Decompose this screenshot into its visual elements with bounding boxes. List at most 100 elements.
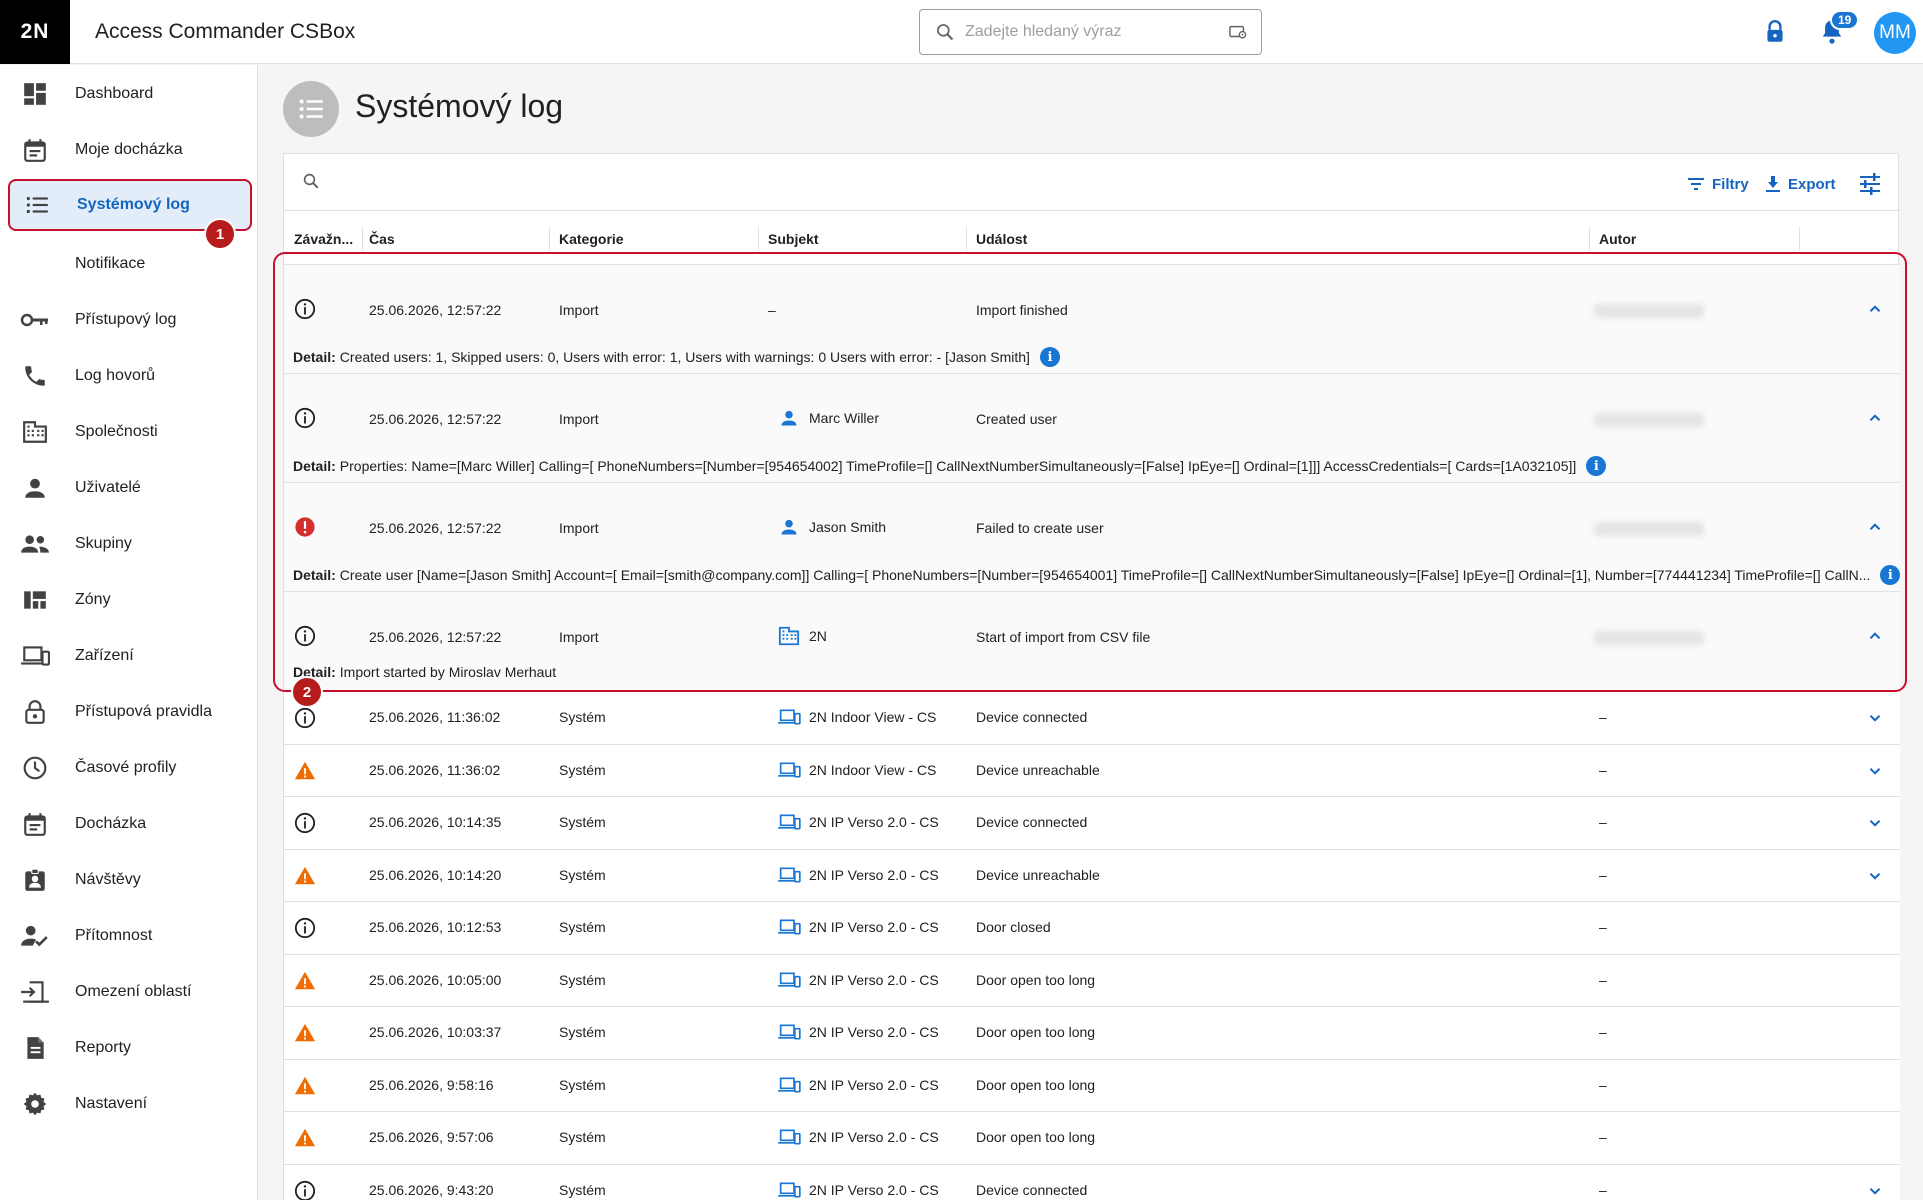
author-blurred bbox=[1594, 413, 1704, 427]
export-button[interactable]: Export bbox=[1766, 172, 1836, 196]
column-divider[interactable] bbox=[1799, 227, 1800, 251]
table-row[interactable]: 25.06.2026, 12:57:22 Import 2N Start of … bbox=[284, 592, 1900, 692]
chevron-down-icon[interactable] bbox=[1866, 814, 1884, 832]
row-category: Systém bbox=[559, 866, 606, 883]
table-row[interactable]: 25.06.2026, 12:57:22 Import – Import fin… bbox=[284, 265, 1900, 374]
filters-button[interactable]: Filtry bbox=[1688, 172, 1749, 196]
sidebar-item-access-log[interactable]: Přístupový log bbox=[0, 297, 258, 343]
lock-icon[interactable] bbox=[1762, 19, 1788, 45]
user-avatar[interactable]: MM bbox=[1874, 12, 1916, 54]
sidebar-item-visits[interactable]: Návštěvy bbox=[0, 857, 258, 903]
chevron-up-icon[interactable] bbox=[1866, 300, 1884, 318]
sidebar-item-users[interactable]: Uživatelé bbox=[0, 465, 258, 511]
global-search-input[interactable] bbox=[965, 20, 1215, 44]
row-author: – bbox=[1599, 761, 1607, 778]
column-divider[interactable] bbox=[362, 227, 363, 251]
column-divider[interactable] bbox=[549, 227, 550, 251]
table-row[interactable]: 25.06.2026, 10:05:00 Systém 2N IP Verso … bbox=[284, 954, 1900, 1007]
row-subject[interactable]: 2N IP Verso 2.0 - CS bbox=[777, 1021, 939, 1043]
row-subject[interactable]: 2N IP Verso 2.0 - CS bbox=[777, 969, 939, 991]
table-row[interactable]: 25.06.2026, 10:14:20 Systém 2N IP Verso … bbox=[284, 849, 1900, 902]
row-subject[interactable]: 2N Indoor View - CS bbox=[777, 759, 936, 781]
column-header-severity[interactable]: Závažn... bbox=[294, 211, 353, 266]
row-subject[interactable]: Jason Smith bbox=[777, 516, 886, 538]
row-author: – bbox=[1599, 919, 1607, 935]
info-icon[interactable]: i bbox=[1586, 456, 1607, 476]
table-row[interactable]: 25.06.2026, 10:03:37 Systém 2N IP Verso … bbox=[284, 1007, 1900, 1060]
row-time: 25.06.2026, 12:57:22 bbox=[369, 302, 502, 318]
row-category: Systém bbox=[559, 971, 606, 988]
chevron-down-icon[interactable] bbox=[1866, 762, 1884, 780]
sidebar-item-presence[interactable]: Přítomnost bbox=[0, 913, 258, 959]
sidebar-item-label: Systémový log bbox=[77, 196, 190, 213]
row-subject[interactable]: 2N IP Verso 2.0 - CS bbox=[777, 1179, 939, 1200]
column-divider[interactable] bbox=[1589, 227, 1590, 251]
sidebar-item-zones[interactable]: Zóny bbox=[0, 577, 258, 623]
calendar-icon bbox=[20, 809, 50, 839]
sidebar-item-attendance[interactable]: Docházka bbox=[0, 801, 258, 847]
table-row[interactable]: 25.06.2026, 9:57:06 Systém 2N IP Verso 2… bbox=[284, 1112, 1900, 1165]
row-subject[interactable]: 2N IP Verso 2.0 - CS bbox=[777, 864, 939, 886]
sidebar-item-call-log[interactable]: Log hovorů bbox=[0, 353, 258, 399]
row-subject[interactable]: Marc Willer bbox=[777, 407, 879, 429]
sidebar-item-reports[interactable]: Reporty bbox=[0, 1025, 258, 1071]
table-search-icon[interactable] bbox=[302, 172, 320, 190]
column-divider[interactable] bbox=[758, 227, 759, 251]
row-time: 25.06.2026, 10:12:53 bbox=[369, 919, 502, 935]
table-row[interactable]: 25.06.2026, 9:43:20 Systém 2N IP Verso 2… bbox=[284, 1164, 1900, 1200]
chevron-up-icon[interactable] bbox=[1866, 518, 1884, 536]
sidebar-item-dashboard[interactable]: Dashboard bbox=[0, 71, 258, 117]
sidebar-item-my-attendance[interactable]: Moje docházka bbox=[0, 127, 258, 173]
card-reader-icon[interactable] bbox=[1229, 24, 1247, 40]
chevron-up-icon[interactable] bbox=[1866, 627, 1884, 645]
table-row[interactable]: 25.06.2026, 12:57:22 Import Jason Smith … bbox=[284, 483, 1901, 592]
chevron-down-icon[interactable] bbox=[1866, 1182, 1884, 1200]
sidebar-item-companies[interactable]: Společnosti bbox=[0, 409, 258, 455]
sidebar-item-groups[interactable]: Skupiny bbox=[0, 521, 258, 567]
table-row[interactable]: 25.06.2026, 11:36:02 Systém 2N Indoor Vi… bbox=[284, 744, 1900, 797]
table-row[interactable]: 25.06.2026, 9:58:16 Systém 2N IP Verso 2… bbox=[284, 1059, 1900, 1112]
page-list-icon bbox=[283, 81, 339, 137]
column-settings-icon[interactable] bbox=[1858, 172, 1882, 196]
sidebar-item-area-limits[interactable]: Omezení oblastí bbox=[0, 969, 258, 1015]
row-subject[interactable]: 2N bbox=[777, 625, 827, 647]
row-time: 25.06.2026, 9:43:20 bbox=[369, 1181, 494, 1198]
row-subject[interactable]: 2N Indoor View - CS bbox=[777, 706, 936, 728]
chevron-down-icon[interactable] bbox=[1866, 709, 1884, 727]
info-icon[interactable]: i bbox=[1039, 347, 1060, 367]
table-row[interactable]: 25.06.2026, 12:57:22 Import Marc Willer … bbox=[284, 374, 1900, 483]
column-header-subject[interactable]: Subjekt bbox=[768, 211, 819, 266]
row-event: Import finished bbox=[976, 302, 1068, 318]
row-subject-name: 2N bbox=[809, 628, 827, 644]
column-header-category[interactable]: Kategorie bbox=[559, 211, 624, 266]
info-icon[interactable]: i bbox=[1880, 565, 1901, 585]
column-header-author[interactable]: Autor bbox=[1599, 211, 1636, 266]
row-category: Systém bbox=[559, 1024, 606, 1040]
row-time: 25.06.2026, 9:57:06 bbox=[369, 1129, 494, 1145]
row-subject[interactable]: 2N IP Verso 2.0 - CS bbox=[777, 1074, 939, 1096]
sidebar-item-time-profiles[interactable]: Časové profily bbox=[0, 745, 258, 791]
column-header-time[interactable]: Čas bbox=[369, 211, 395, 266]
table-row[interactable]: 25.06.2026, 10:14:35 Systém 2N IP Verso … bbox=[284, 797, 1900, 850]
chevron-down-icon[interactable] bbox=[1866, 867, 1884, 885]
row-time: 25.06.2026, 9:58:16 bbox=[369, 1076, 494, 1093]
chevron-up-icon[interactable] bbox=[1866, 409, 1884, 427]
filters-label: Filtry bbox=[1712, 175, 1749, 193]
sidebar-item-settings[interactable]: Nastavení bbox=[0, 1081, 258, 1127]
row-subject[interactable]: 2N IP Verso 2.0 - CS bbox=[777, 1126, 939, 1148]
row-subject[interactable]: 2N IP Verso 2.0 - CS bbox=[777, 916, 939, 938]
sidebar-item-devices[interactable]: Zařízení bbox=[0, 633, 258, 679]
column-divider[interactable] bbox=[966, 227, 967, 251]
row-subject[interactable]: 2N IP Verso 2.0 - CS bbox=[777, 811, 939, 833]
column-header-event[interactable]: Událost bbox=[976, 211, 1027, 266]
row-detail: Detail: Created users: 1, Skipped users:… bbox=[293, 347, 1060, 367]
global-search[interactable] bbox=[919, 9, 1262, 55]
lock-icon bbox=[20, 697, 50, 727]
export-label: Export bbox=[1788, 175, 1836, 193]
app-logo[interactable]: 2N bbox=[0, 0, 70, 64]
table-row[interactable]: 25.06.2026, 11:36:02 Systém 2N Indoor Vi… bbox=[284, 692, 1900, 745]
sidebar-item-notifications[interactable]: Notifikace bbox=[0, 241, 258, 287]
sidebar-item-access-rules[interactable]: Přístupová pravidla bbox=[0, 689, 258, 735]
table-row[interactable]: 25.06.2026, 10:12:53 Systém 2N IP Verso … bbox=[284, 902, 1900, 955]
row-subject-name: 2N IP Verso 2.0 - CS bbox=[809, 919, 939, 935]
